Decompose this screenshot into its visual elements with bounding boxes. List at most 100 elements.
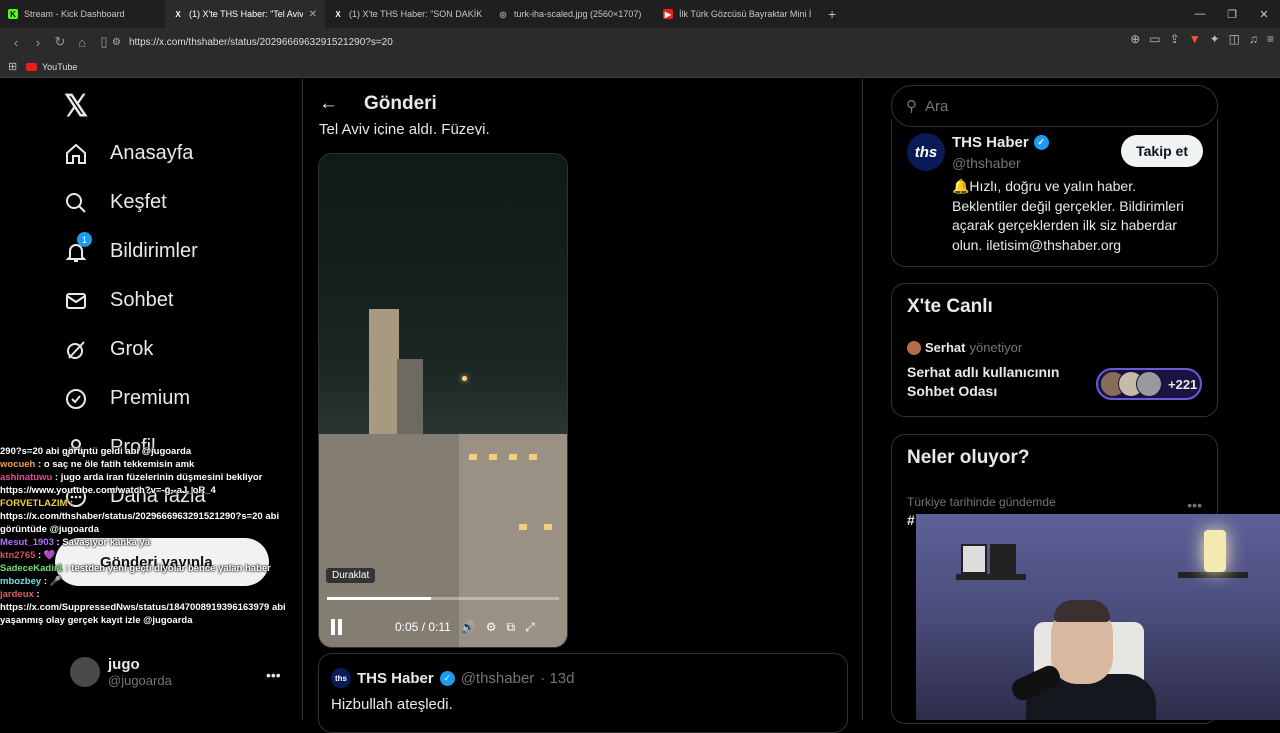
nav-label: Bildirimler [110,240,198,262]
zoom-icon[interactable]: ⊕ [1130,32,1140,46]
reload-icon[interactable]: ↻ [50,34,70,50]
grok-icon [62,336,90,364]
forward-icon[interactable]: › [28,35,48,50]
chat-text: https://x.com/SuppressedNws/status/18470… [0,602,286,626]
live-card[interactable]: X'te Canlı Serhat yönetiyor Serhat adlı … [891,283,1218,417]
chat-message: 290?s=20 abi görüntü geldi abi @jugoarda [0,445,300,458]
apps-icon[interactable]: ⊞ [8,60,17,73]
picture-frame [961,544,987,574]
tab-title: (1) X'te THS Haber: "Tel Aviv içine" [189,9,303,19]
lit-window [509,454,517,460]
avatar [907,340,921,355]
sidebar-icon[interactable]: ◫ [1229,32,1240,46]
host-suffix: yönetiyor [969,340,1023,355]
avatar: ths [331,668,351,688]
webcam-overlay [916,514,1280,720]
tab-bar: K Stream - Kick Dashboard X (1) X'te THS… [0,0,1280,28]
chat-message: FORVETLAZIM : https://x.com/thshaber/sta… [0,498,280,535]
youtube-icon: ▶ [663,9,673,19]
nav-notifications[interactable]: 1 Bildirimler [60,227,300,276]
more-options-icon[interactable]: ••• [1187,497,1202,513]
nav-label: Grok [110,338,154,360]
bookmarks-bar: ⊞ YouTube [0,56,1280,78]
url-field[interactable]: ⚙ https://x.com/thshaber/status/20296669… [112,32,972,52]
nav-explore[interactable]: Keşfet [60,178,300,227]
chat-user: Mesut_1903 [0,537,54,548]
video-time: 0:05 / 0:11 [395,620,451,634]
chat-text: 🎤 [49,576,62,587]
lit-window [519,524,527,530]
search-icon [62,189,90,217]
nav-chat[interactable]: Sohbet [60,276,300,325]
new-tab-button[interactable]: + [820,6,844,22]
trends-title: Neler oluyor? [907,447,1030,468]
back-icon[interactable]: ‹ [6,35,26,50]
chat-message: https://www.youtube.com/watch?v=-g--aJ_o… [0,484,300,497]
browser-toolbar-icons: ⊕ ▭ ⇪ ▼ ✦ ◫ ♫ ≡ [1130,32,1274,46]
pause-button[interactable] [331,619,347,635]
chat-user: SadeceKadir1 [0,563,63,574]
pause-tooltip: Duraklat [326,568,376,583]
lit-window [529,454,537,460]
profile-name-row[interactable]: THS Haber ✓ [952,134,1049,151]
tab-title: İlk Türk Gözcüsü Bayraktar Mini İHA S [679,9,812,19]
chat-text: Savaşıyor kanka ya [62,537,151,548]
search-placeholder: Ara [925,97,949,115]
settings-icon[interactable]: ⚙ [486,620,497,634]
cast-icon[interactable]: ▭ [1149,32,1160,46]
pip-icon[interactable]: ⧉ [507,620,516,635]
chat-message: ashinatuwu : jugo arda iran füzelerinin … [0,472,263,483]
chat-message: SadeceKadir1 : testden yeni geçti diyola… [0,563,271,574]
extensions-icon[interactable]: ✦ [1210,32,1220,46]
quote-author-handle: @thshaber [460,669,535,687]
chat-text: jugo arda iran füzelerinin düşmesini bek… [60,472,263,483]
chat-user: ktn2765 [0,550,36,561]
brave-shield-icon[interactable]: ▼ [1189,32,1201,46]
media-icon[interactable]: ♫ [1249,32,1258,46]
video-progress-bar[interactable] [327,597,559,600]
close-window-icon[interactable]: ✕ [1248,8,1280,21]
quote-author-row: ths THS Haber ✓ @thshaber · 13d [331,668,835,688]
video-player[interactable]: Duraklat 0:05 / 0:11 🔊 ⚙ ⧉ ⤢ [318,153,568,648]
video-progress-fill [327,597,432,600]
profile-handle: @thshaber [952,155,1021,171]
avatar[interactable]: ths [907,133,945,171]
chat-message: mbozbey : 🎤 [0,576,62,587]
tab-kick[interactable]: K Stream - Kick Dashboard [0,0,165,28]
home-browser-icon[interactable]: ⌂ [72,35,92,50]
back-arrow-icon[interactable]: ← [319,93,338,115]
nav-label: Premium [110,387,191,409]
listeners-pill[interactable]: +221 [1096,368,1202,400]
fullscreen-icon[interactable]: ⤢ [525,620,535,635]
chat-text: https://www.youtube.com/watch?v=-g--aJ_o… [0,485,216,496]
minimize-icon[interactable]: — [1184,8,1216,20]
address-bar-row: ‹ › ↻ ⌂ ▯ ⚙ https://x.com/thshaber/statu… [0,28,1280,56]
post-text: Tel Aviv içine aldı. Füzeyi. [319,121,490,135]
lit-window [544,524,552,530]
close-tab-icon[interactable]: ✕ [309,9,317,20]
volume-icon[interactable]: 🔊 [461,620,476,634]
bookmark-youtube[interactable]: YouTube [42,62,77,72]
bookmark-icon[interactable]: ▯ [94,34,114,50]
tab-x-son-dakika[interactable]: X (1) X'te THS Haber: "SON DAKİKA | Te [325,0,490,28]
live-host: Serhat yönetiyor [907,340,1202,355]
listener-count: +221 [1168,376,1198,392]
chat-text: 290?s=20 abi görüntü geldi abi @jugoarda [0,446,192,457]
tab-youtube[interactable]: ▶ İlk Türk Gözcüsü Bayraktar Mini İHA S [655,0,820,28]
nav-premium[interactable]: Premium [60,374,300,423]
menu-icon[interactable]: ≡ [1267,32,1274,46]
follow-button[interactable]: Takip et [1121,135,1203,167]
tab-title: (1) X'te THS Haber: "SON DAKİKA | Te [349,9,482,19]
lit-window [469,454,477,460]
x-logo-icon[interactable]: 𝕏 [64,89,300,129]
restore-icon[interactable]: ❐ [1216,8,1248,21]
nav-label: Sohbet [110,289,174,311]
tab-x-tel-aviv[interactable]: X (1) X'te THS Haber: "Tel Aviv içine" ✕ [165,0,325,28]
quoted-post[interactable]: ths THS Haber ✓ @thshaber · 13d Hizbulla… [318,653,848,733]
site-info-icon[interactable]: ⚙ [112,37,121,48]
nav-home[interactable]: Anasayfa [60,129,300,178]
share-icon[interactable]: ⇪ [1170,32,1180,46]
host-name: Serhat [925,340,966,355]
nav-grok[interactable]: Grok [60,325,300,374]
tab-image[interactable]: ◎ turk-iha-scaled.jpg (2560×1707) [490,0,655,28]
